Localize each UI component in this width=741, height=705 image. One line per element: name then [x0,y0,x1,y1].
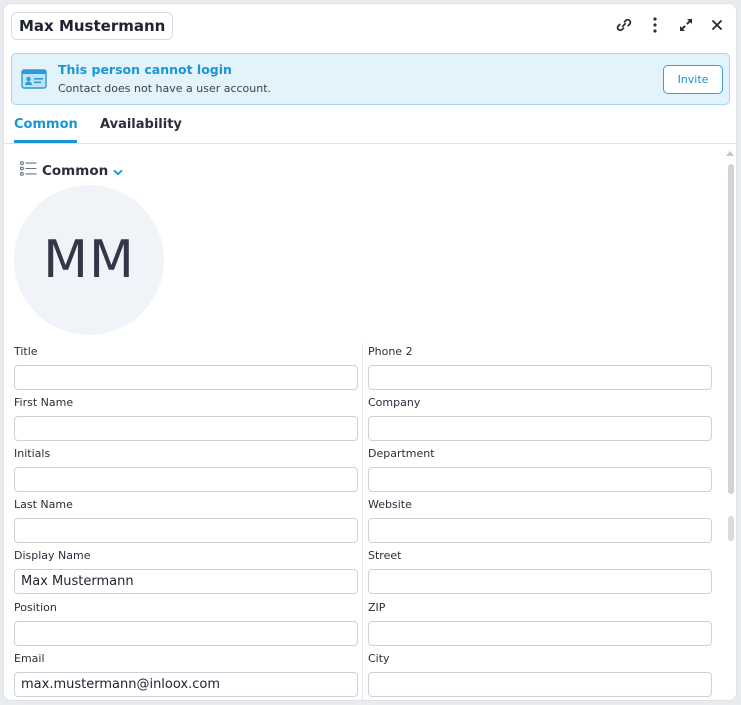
city-input[interactable] [368,672,712,697]
zip-input[interactable] [368,621,712,646]
initials-input[interactable] [14,467,358,492]
field-city: City [368,652,712,697]
field-label: Last Name [14,498,73,511]
website-input[interactable] [368,518,712,543]
banner-subtitle: Contact does not have a user account. [58,82,272,95]
more-vertical-icon[interactable] [646,16,664,34]
field-label: Phone 2 [368,345,413,358]
scrollbar-thumb[interactable] [728,164,734,494]
contact-title[interactable]: Max Mustermann [11,12,174,40]
section-toggle[interactable]: Common [20,161,123,180]
field-label: Position [14,601,57,614]
department-input[interactable] [368,467,712,492]
scrollbar-thumb-secondary[interactable] [728,516,734,541]
contact-name: Max Mustermann [19,17,166,35]
close-icon[interactable] [708,16,726,34]
field-position: Position [14,601,358,646]
tab-common[interactable]: Common [14,117,78,132]
section-title: Common [42,162,109,179]
expand-icon[interactable] [677,16,695,34]
field-first-name: First Name [14,396,358,441]
banner-title: This person cannot login [58,62,232,77]
title-input[interactable] [14,365,358,390]
field-label: Street [368,549,402,562]
field-phone-2: Phone 2 [368,345,712,390]
field-website: Website [368,498,712,543]
link-icon[interactable] [615,16,633,34]
tab-bar: Common Availability [4,114,736,144]
chevron-down-icon [113,161,123,180]
field-department: Department [368,447,712,492]
field-label: Company [368,396,421,409]
invite-button[interactable]: Invite [663,65,723,94]
field-label: Initials [14,447,51,460]
tab-availability[interactable]: Availability [100,117,182,132]
field-label: City [368,652,390,665]
field-company: Company [368,396,712,441]
field-title: Title [14,345,358,390]
contact-panel: Max Mustermann This person cannot login … [3,3,737,701]
header-actions [615,16,726,34]
first-name-input[interactable] [14,416,358,441]
position-input[interactable] [14,621,358,646]
avatar[interactable]: MM [14,185,164,335]
email-input[interactable]: max.mustermann@inloox.com [14,672,358,697]
field-label: Title [14,345,38,358]
id-card-icon [21,68,47,90]
list-icon [20,161,37,180]
company-input[interactable] [368,416,712,441]
field-zip: ZIP [368,601,712,646]
scroll-up-arrow-icon[interactable] [726,151,734,156]
field-display-name: Display Name Max Mustermann [14,549,358,594]
column-divider [362,343,363,700]
field-label: Department [368,447,435,460]
phone-2-input[interactable] [368,365,712,390]
no-login-banner: This person cannot login Contact does no… [11,53,730,105]
active-tab-indicator [14,140,77,143]
field-label: Display Name [14,549,91,562]
field-label: ZIP [368,601,386,614]
field-label: Website [368,498,412,511]
field-email: Email max.mustermann@inloox.com [14,652,358,697]
street-input[interactable] [368,569,712,594]
field-street: Street [368,549,712,594]
field-last-name: Last Name [14,498,358,543]
field-initials: Initials [14,447,358,492]
last-name-input[interactable] [14,518,358,543]
field-label: Email [14,652,45,665]
display-name-input[interactable]: Max Mustermann [14,569,358,594]
field-label: First Name [14,396,74,409]
